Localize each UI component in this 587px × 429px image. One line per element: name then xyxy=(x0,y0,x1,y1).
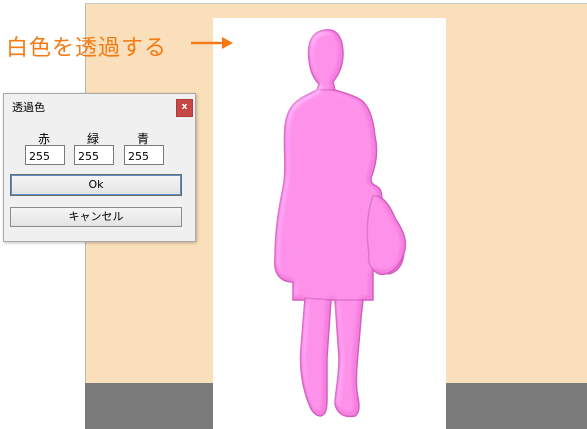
person-silhouette-image xyxy=(273,29,407,418)
close-button[interactable]: x xyxy=(176,99,193,117)
green-input[interactable] xyxy=(74,145,114,165)
arrow-right-icon xyxy=(191,37,233,49)
blue-input[interactable] xyxy=(124,145,164,165)
callout-label: 白色を透過する xyxy=(6,36,168,61)
screenshot-stage: 白色を透過する 透過色 x 赤 緑 青 Ok キャンセル xyxy=(0,0,587,429)
red-input[interactable] xyxy=(25,145,65,165)
ok-button[interactable]: Ok xyxy=(10,174,182,196)
transparent-color-dialog: 透過色 x 赤 緑 青 Ok キャンセル xyxy=(3,93,196,242)
close-icon: x xyxy=(181,102,188,112)
cancel-button[interactable]: キャンセル xyxy=(10,207,182,227)
dialog-title: 透過色 xyxy=(12,101,45,114)
